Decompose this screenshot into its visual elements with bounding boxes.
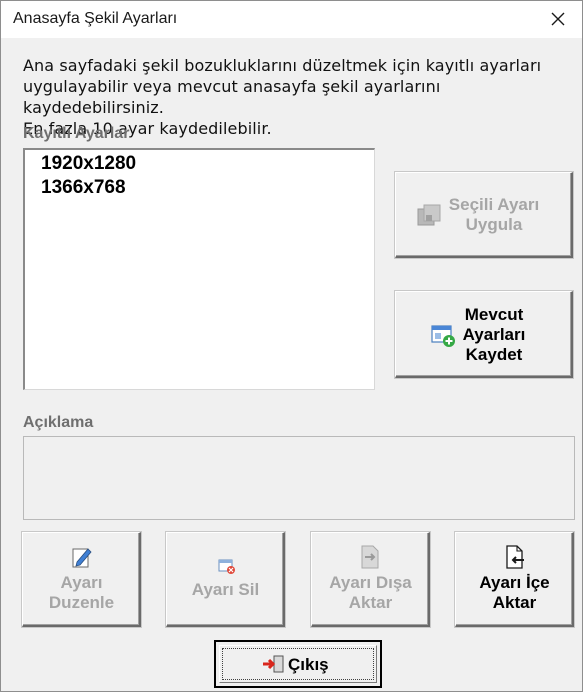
edit-setting-button[interactable]: Ayarı Duzenle [22,532,141,627]
import-label-line: Ayarı İçe [479,573,550,592]
delete-setting-button[interactable]: Ayarı Sil [166,532,285,627]
explanation-label: Açıklama [23,414,94,431]
apply-selected-button[interactable]: Seçili Ayarı Uygula [395,172,573,258]
window-title: Anasayfa Şekil Ayarları [13,10,178,27]
delete-window-icon [218,559,235,574]
apply-selected-label-line: Seçili Ayarı [448,195,540,214]
saved-settings-label: Kayıtlı Ayarlar [23,125,130,142]
delete-label: Ayarı Sil [191,580,260,599]
save-current-label-line: Kaydet [465,345,523,364]
list-item[interactable]: 1366x768 [25,176,374,200]
exit-button[interactable]: Çıkış [214,640,382,688]
title-bar: Anasayfa Şekil Ayarları [1,1,582,38]
exit-label: Çıkış [288,655,329,674]
window-add-icon [431,325,455,347]
save-current-settings-button[interactable]: Mevcut Ayarları Kaydet [395,291,573,378]
description-line: Ana sayfadaki şekil bozukluklarını düzel… [23,56,542,75]
exit-door-icon [263,655,284,673]
import-label-line: Aktar [492,593,537,612]
export-icon [361,545,379,569]
description-line: uygulayabilir veya mevcut anasayfa şekil… [23,77,441,117]
export-label-line: Ayarı Dışa [329,573,412,592]
edit-label-line: Duzenle [48,593,115,612]
settings-dialog: Anasayfa Şekil Ayarları Ana sayfadaki şe… [0,0,583,692]
save-current-label-line: Ayarları [462,325,526,344]
save-current-label-line: Mevcut [464,305,524,324]
apply-selected-label-line: Uygula [465,215,523,234]
edit-label-line: Ayarı [60,573,103,592]
export-label-line: Aktar [348,593,393,612]
import-setting-button[interactable]: Ayarı İçe Aktar [455,532,574,627]
saved-settings-list[interactable]: 1920x1280 1366x768 [23,148,375,390]
edit-pencil-icon [72,548,92,568]
import-icon [506,545,524,569]
apply-settings-icon [417,204,441,226]
list-item[interactable]: 1920x1280 [25,152,374,176]
close-button[interactable] [540,5,576,33]
explanation-box [23,436,575,520]
export-setting-button[interactable]: Ayarı Dışa Aktar [311,532,430,627]
close-icon [551,12,565,26]
